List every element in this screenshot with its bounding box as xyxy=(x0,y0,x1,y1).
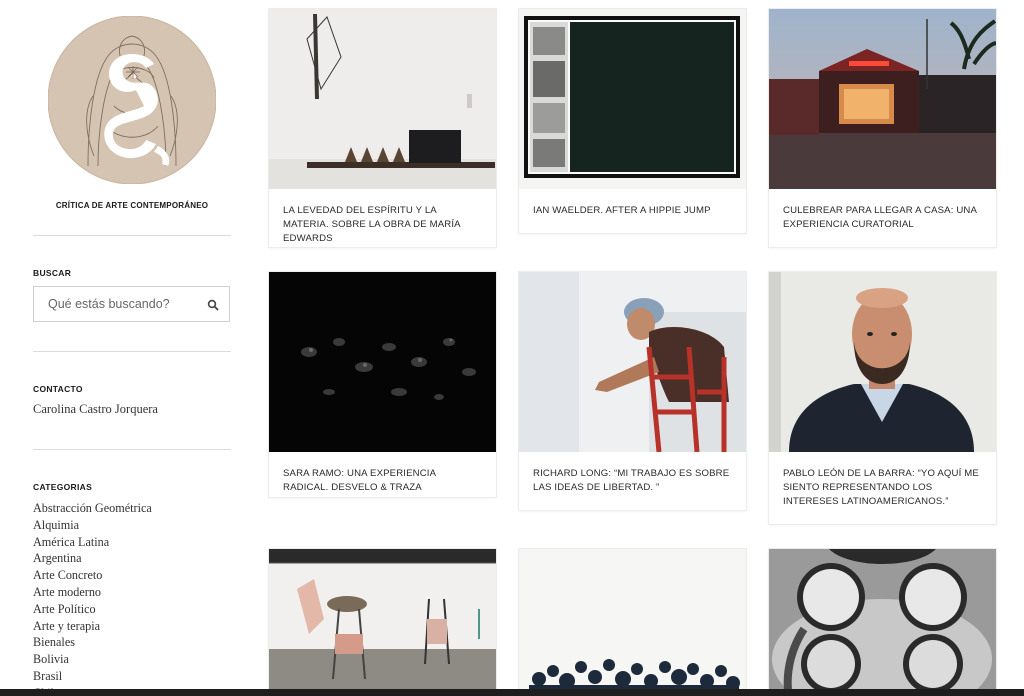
category-link[interactable]: Arte moderno xyxy=(33,584,152,601)
post-card[interactable]: CULEBREAR PARA LLEGAR A CASA: UNA EXPERI… xyxy=(769,9,996,247)
post-title[interactable]: LA LEVEDAD DEL ESPÍRITU Y LA MATERIA. SO… xyxy=(269,189,496,246)
post-title[interactable]: PABLO LEÓN DE LA BARRA: “YO AQUÍ ME SIEN… xyxy=(769,452,996,509)
contact-section-title: CONTACTO xyxy=(33,384,83,394)
post-thumbnail[interactable] xyxy=(519,549,746,696)
category-link[interactable]: Brasil xyxy=(33,668,152,685)
category-link[interactable]: Arte Concreto xyxy=(33,567,152,584)
category-link[interactable]: Argentina xyxy=(33,550,152,567)
post-card[interactable]: PABLO LEÓN DE LA BARRA: “YO AQUÍ ME SIEN… xyxy=(769,272,996,524)
categories-section-title: CATEGORIAS xyxy=(33,482,93,492)
search-section-title: BUSCAR xyxy=(33,268,72,278)
category-link[interactable]: Arte Político xyxy=(33,601,152,618)
sidebar: CRÍTICA DE ARTE CONTEMPORÁNEO BUSCAR CON… xyxy=(0,0,250,696)
post-thumbnail[interactable] xyxy=(269,549,496,696)
category-link[interactable]: América Latina xyxy=(33,534,152,551)
divider xyxy=(33,235,231,236)
search-icon[interactable] xyxy=(207,298,219,311)
post-card[interactable]: SARA RAMO: UNA EXPERIENCIA RADICAL. DESV… xyxy=(269,272,496,497)
post-title[interactable]: SARA RAMO: UNA EXPERIENCIA RADICAL. DESV… xyxy=(269,452,496,495)
post-card[interactable] xyxy=(519,549,746,696)
post-title[interactable]: RICHARD LONG: “MI TRABAJO ES SOBRE LAS I… xyxy=(519,452,746,495)
category-link[interactable]: Abstracción Geométrica xyxy=(33,500,152,517)
post-thumbnail[interactable] xyxy=(769,272,996,452)
snake-monogram-logo xyxy=(47,15,217,185)
category-list: Abstracción Geométrica Alquimia América … xyxy=(33,500,152,696)
post-card[interactable] xyxy=(269,549,496,696)
contact-name: Carolina Castro Jorquera xyxy=(33,402,158,416)
site-tagline: CRÍTICA DE ARTE CONTEMPORÁNEO xyxy=(55,201,209,210)
post-thumbnail[interactable] xyxy=(519,272,746,452)
site-logo[interactable] xyxy=(47,15,217,185)
post-thumbnail[interactable] xyxy=(519,9,746,189)
post-thumbnail[interactable] xyxy=(269,9,496,189)
post-thumbnail[interactable] xyxy=(769,9,996,189)
post-card[interactable] xyxy=(769,549,996,696)
divider xyxy=(33,449,231,450)
search-form xyxy=(33,286,230,322)
category-link[interactable]: Bienales xyxy=(33,634,152,651)
search-input[interactable] xyxy=(34,287,194,321)
post-card[interactable]: LA LEVEDAD DEL ESPÍRITU Y LA MATERIA. SO… xyxy=(269,9,496,247)
post-thumbnail[interactable] xyxy=(269,272,496,452)
post-title[interactable]: IAN WAELDER. AFTER A HIPPIE JUMP xyxy=(519,189,746,218)
category-link[interactable]: Alquimia xyxy=(33,517,152,534)
post-card[interactable]: IAN WAELDER. AFTER A HIPPIE JUMP xyxy=(519,9,746,233)
divider xyxy=(33,351,231,352)
post-title[interactable]: CULEBREAR PARA LLEGAR A CASA: UNA EXPERI… xyxy=(769,189,996,232)
category-link[interactable]: Bolivia xyxy=(33,651,152,668)
window-bottom-edge xyxy=(0,689,1024,696)
post-card[interactable]: RICHARD LONG: “MI TRABAJO ES SOBRE LAS I… xyxy=(519,272,746,510)
post-thumbnail[interactable] xyxy=(769,549,996,696)
category-link[interactable]: Arte y terapia xyxy=(33,618,152,635)
